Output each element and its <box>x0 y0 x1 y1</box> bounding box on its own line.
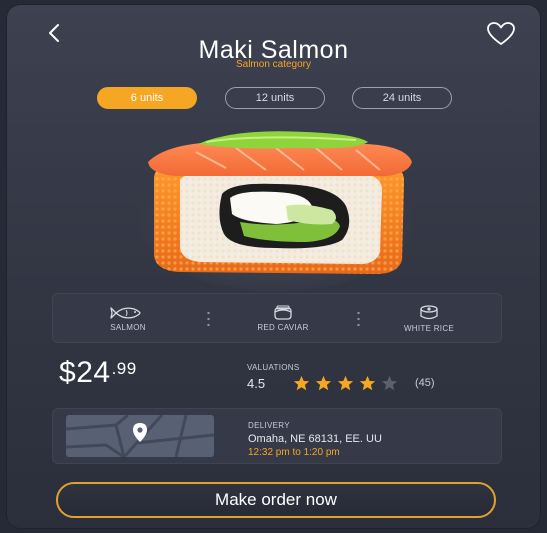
delivery-label: DELIVERY <box>248 421 290 430</box>
star-filled-icon <box>315 375 332 390</box>
separator <box>207 310 210 328</box>
price-cents: 99 <box>116 359 137 378</box>
caviar-jar-icon <box>274 304 292 320</box>
product-detail-screen: Maki Salmon Salmon category 6 units 12 u… <box>6 4 541 529</box>
sushi-roll-image <box>136 131 416 292</box>
star-filled-icon <box>293 375 310 390</box>
separator <box>357 310 360 328</box>
unit-option-6[interactable]: 6 units <box>97 87 197 109</box>
unit-option-12[interactable]: 12 units <box>225 87 325 109</box>
star-filled-icon <box>337 375 354 390</box>
star-rating <box>293 375 403 392</box>
map-thumbnail[interactable] <box>66 415 214 457</box>
ingredient-label: SALMON <box>110 322 146 332</box>
product-category: Salmon category <box>235 59 312 70</box>
ingredient-label: RED CAVIAR <box>257 322 309 332</box>
rice-bowl-icon <box>420 304 438 319</box>
valuations-label: VALUATIONS <box>247 363 300 372</box>
rating-count: (45) <box>415 377 435 389</box>
rating: 4.5 (45) <box>247 373 435 393</box>
ingredient-label: WHITE RICE <box>403 323 455 333</box>
unit-selector: 6 units 12 units 24 units <box>6 87 541 111</box>
price: $24.99 <box>59 356 137 389</box>
delivery-address: Omaha, NE 68131, EE. UU <box>248 433 382 445</box>
ingredient-red-caviar: RED CAVIAR <box>223 294 343 342</box>
rating-score: 4.5 <box>247 375 266 391</box>
price-currency: $ <box>59 356 77 389</box>
fish-icon <box>110 306 141 319</box>
star-empty-icon <box>381 375 398 390</box>
delivery-time: 12:32 pm to 1:20 pm <box>248 447 340 458</box>
make-order-button[interactable]: Make order now <box>56 482 496 518</box>
delivery-panel: DELIVERY Omaha, NE 68131, EE. UU 12:32 p… <box>52 408 502 464</box>
ingredient-white-rice: WHITE RICE <box>369 294 489 342</box>
star-filled-icon <box>359 375 376 390</box>
price-whole: 24 <box>76 356 111 389</box>
unit-option-24[interactable]: 24 units <box>352 87 452 109</box>
ingredients-panel: SALMON RED CAVIAR WHITE RICE <box>52 293 502 343</box>
ingredient-salmon: SALMON <box>73 294 183 342</box>
